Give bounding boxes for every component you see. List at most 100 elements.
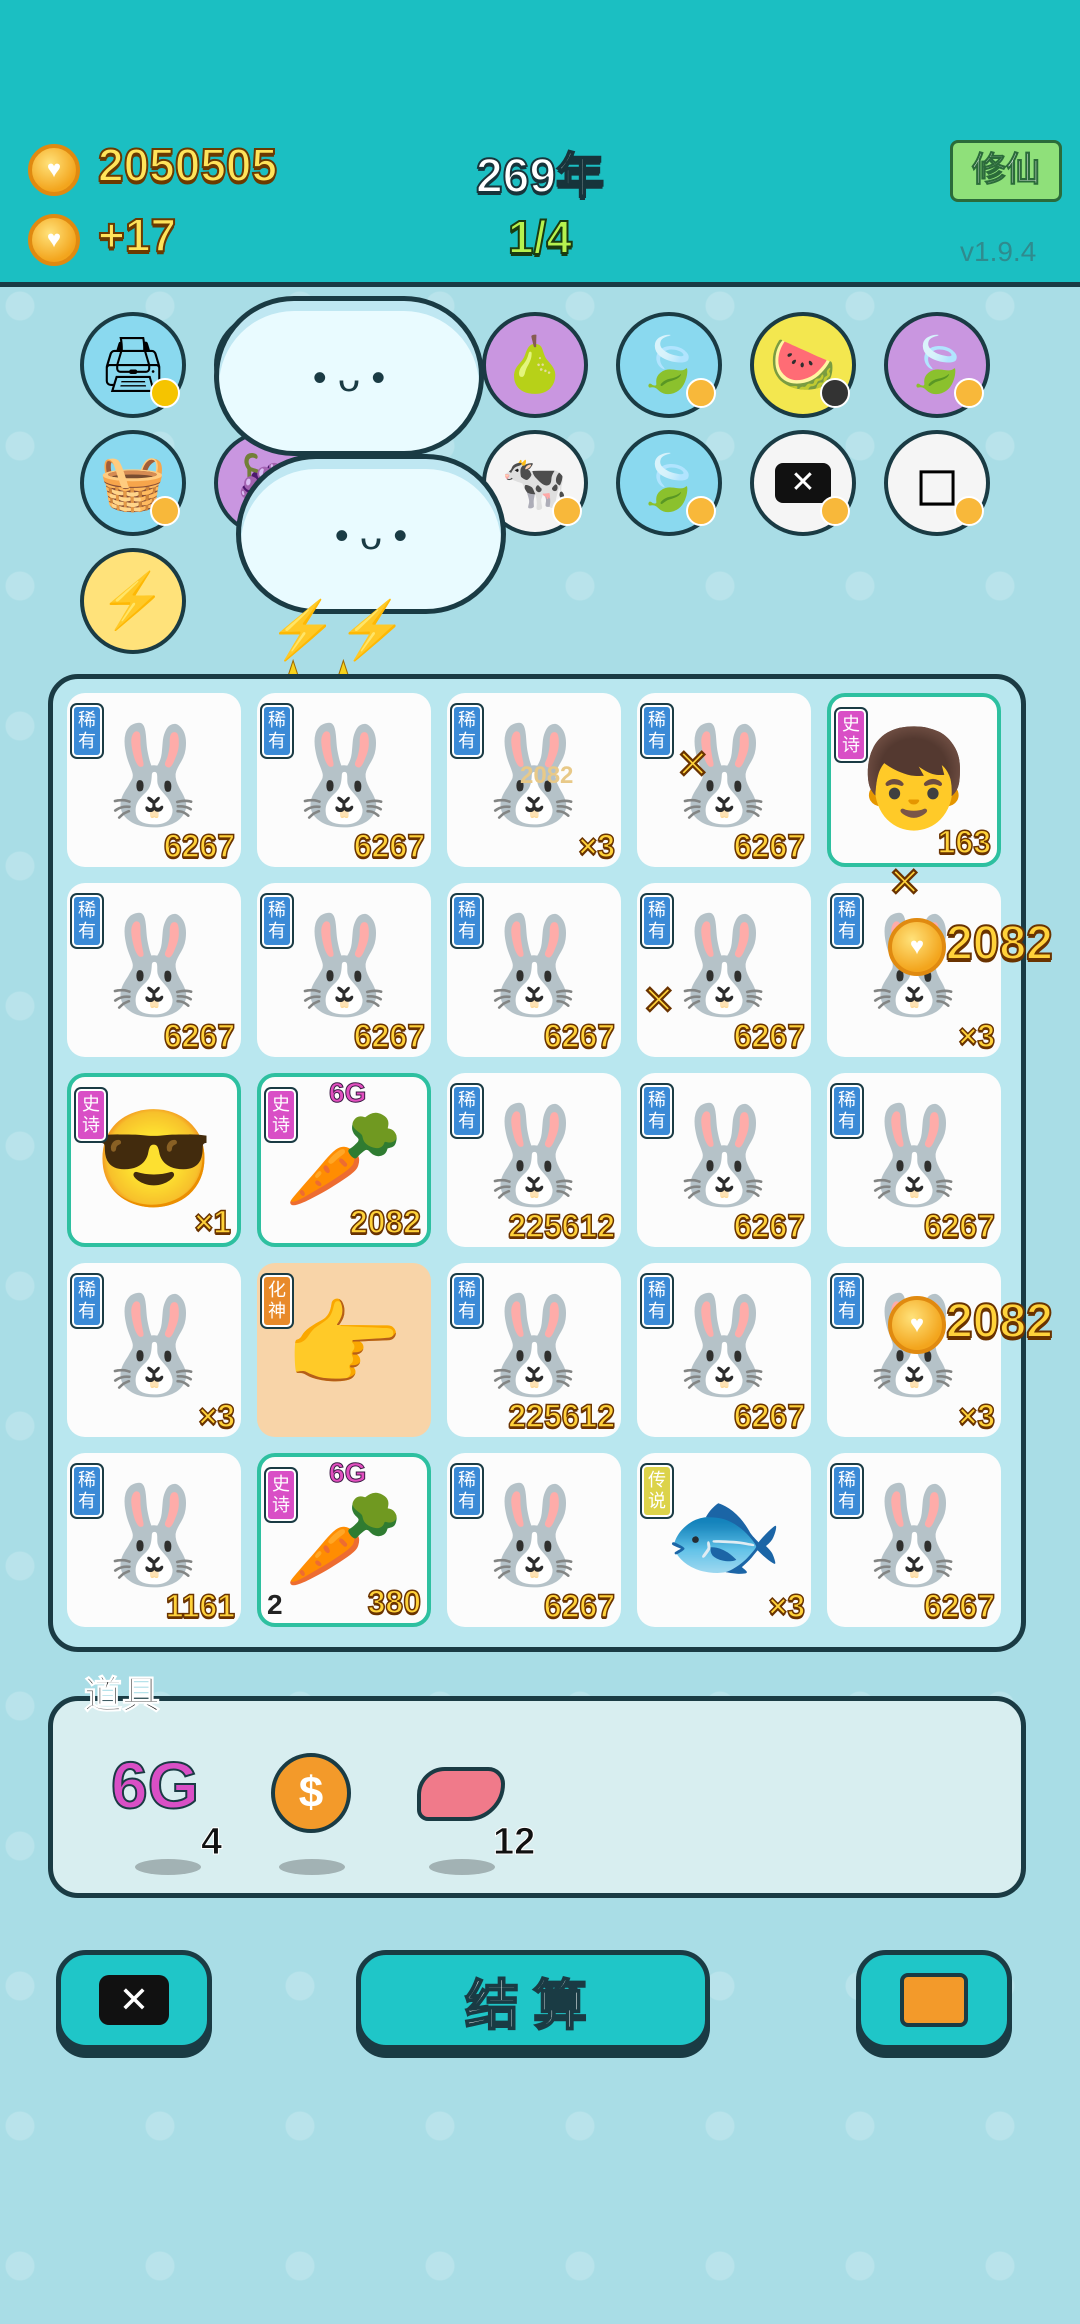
- prop-shadow: [135, 1859, 201, 1875]
- board-cell[interactable]: 🐰 稀有 6267: [637, 1263, 811, 1437]
- board-cell[interactable]: 🐰 稀有 6267: [257, 883, 431, 1057]
- settle-button[interactable]: 结算: [356, 1950, 710, 2050]
- rarity-tag: 稀有: [452, 1275, 482, 1327]
- multiply-mark: ✕: [642, 979, 677, 1024]
- rarity-tag: 稀有: [832, 1465, 862, 1517]
- remove-button[interactable]: ✕: [56, 1950, 212, 2050]
- cell-value: 6267: [163, 1017, 236, 1055]
- income-per-turn: +17: [97, 208, 177, 262]
- rarity-tag: 稀有: [72, 705, 102, 757]
- cell-value: 2082: [349, 1203, 422, 1241]
- props-panel: 6G 4 $ 12: [48, 1696, 1026, 1898]
- cell-value: 6267: [733, 1397, 806, 1435]
- board-cell[interactable]: 🐰 稀有 1161: [67, 1453, 241, 1627]
- settle-label: 结算: [464, 1975, 601, 2037]
- cultivate-button[interactable]: 修仙: [950, 140, 1062, 202]
- leaf-icon[interactable]: 🍃: [616, 430, 722, 536]
- board-cell[interactable]: 👉 化神: [257, 1263, 431, 1437]
- prop-count: 4: [200, 1821, 223, 1864]
- coin-icon: ♥: [28, 144, 80, 196]
- cell-value: 6267: [353, 827, 426, 865]
- board-cell[interactable]: 🐰 稀有 6267: [827, 1073, 1001, 1247]
- rarity-tag: 稀有: [262, 895, 292, 947]
- prop-count: 12: [492, 1821, 536, 1864]
- round-progress: 1/4: [507, 210, 573, 264]
- briefcase-icon: [900, 1973, 968, 2027]
- board-cell[interactable]: 🐰 稀有 6267: [257, 693, 431, 867]
- board-cell[interactable]: 🐰 稀有 6267: [447, 883, 621, 1057]
- cell-value: 6267: [923, 1587, 996, 1625]
- 6g-prop-icon[interactable]: 6G: [110, 1747, 200, 1823]
- prop-shadow: [429, 1859, 495, 1875]
- printer-icon[interactable]: 🖨: [80, 312, 186, 418]
- rarity-tag: 稀有: [642, 895, 672, 947]
- cell-value: ×3: [198, 1397, 236, 1435]
- cell-value: 6267: [353, 1017, 426, 1055]
- rarity-tag: 稀有: [642, 1275, 672, 1327]
- coin-icon: ♥: [888, 918, 946, 976]
- board-cell[interactable]: 😎 史诗 ×1: [67, 1073, 241, 1247]
- rarity-tag: 史诗: [266, 1469, 296, 1521]
- board-cell[interactable]: 🐰 稀有 6267: [637, 883, 811, 1057]
- game-board: 🐰 稀有 6267 🐰 稀有 6267 🐰 稀有 ×3 🐰 稀有 6267 👦 史诗 163 🐰 稀有 6267 🐰…: [48, 674, 1026, 1652]
- cell-value: ×3: [578, 827, 616, 865]
- liver-prop-icon[interactable]: [417, 1767, 505, 1821]
- rarity-tag: 稀有: [832, 895, 862, 947]
- rarity-tag: 稀有: [262, 705, 292, 757]
- basket-icon[interactable]: 🧺: [80, 430, 186, 536]
- delete-icon[interactable]: ✕: [750, 430, 856, 536]
- rarity-tag: 稀有: [72, 1465, 102, 1517]
- cell-value: 380: [367, 1583, 422, 1621]
- sugar-cube-icon[interactable]: ◻: [884, 430, 990, 536]
- board-cell[interactable]: 🐰 稀有 6267: [67, 883, 241, 1057]
- coin-icon: ♥: [28, 214, 80, 266]
- floating-coin-amount: 2082: [945, 916, 1054, 971]
- board-cell[interactable]: 🐰 稀有 6267: [637, 693, 811, 867]
- top-bar: ♥ 2050505 ♥ +17 269年 1/4 修仙 v1.9.4: [0, 0, 1080, 287]
- cell-value: 225612: [507, 1207, 615, 1245]
- cell-value: ×3: [958, 1397, 996, 1435]
- dollar-coin-prop-icon[interactable]: $: [271, 1753, 351, 1833]
- board-cell[interactable]: 🐰 稀有 6267: [447, 1453, 621, 1627]
- board-cell[interactable]: 🐰 稀有 225612: [447, 1073, 621, 1247]
- rarity-tag: 稀有: [832, 1275, 862, 1327]
- pomelo-icon[interactable]: 🍐: [482, 312, 588, 418]
- rarity-tag: 史诗: [76, 1089, 106, 1141]
- bag-button[interactable]: [856, 1950, 1012, 2050]
- rarity-tag: 稀有: [452, 1085, 482, 1137]
- cell-value: 6267: [163, 827, 236, 865]
- board-cell[interactable]: 🐰 稀有 225612: [447, 1263, 621, 1437]
- multiply-mark: ✕: [676, 743, 711, 788]
- board-cell[interactable]: 🐰稀有×3: [67, 1263, 241, 1437]
- board-cell[interactable]: 👦 史诗 163: [827, 693, 1001, 867]
- cell-value: 6267: [733, 1207, 806, 1245]
- prop-shadow: [279, 1859, 345, 1875]
- board-cell[interactable]: 🐰 稀有 6267: [67, 693, 241, 867]
- cell-value: ×1: [194, 1203, 232, 1241]
- leaf-icon[interactable]: 🍃: [616, 312, 722, 418]
- cell-value: 6267: [543, 1587, 616, 1625]
- cloud-icon: • ᴗ •: [236, 454, 506, 614]
- board-cell[interactable]: 🥕 史诗 6G 380 2: [257, 1453, 431, 1627]
- cell-value: ×3: [958, 1017, 996, 1055]
- lightning-icon[interactable]: ⚡: [80, 548, 186, 654]
- cell-value: 225612: [507, 1397, 615, 1435]
- fruit-basket-icon[interactable]: 🍉: [750, 312, 856, 418]
- coin-icon: ♥: [888, 1296, 946, 1354]
- cell-value: 1161: [165, 1587, 236, 1625]
- faint-coin-amount: 2082: [520, 762, 574, 789]
- rarity-tag: 稀有: [832, 1085, 862, 1137]
- cell-value: ×3: [768, 1587, 806, 1625]
- cloud-icon: • ᴗ •: [214, 296, 484, 456]
- rarity-tag: 稀有: [452, 1465, 482, 1517]
- board-cell[interactable]: 🥕 史诗 6G 2082: [257, 1073, 431, 1247]
- board-cell[interactable]: 🐟 传说 ×3: [637, 1453, 811, 1627]
- leaf-icon[interactable]: 🍃: [884, 312, 990, 418]
- board-cell[interactable]: 🐰 稀有 6267: [827, 1453, 1001, 1627]
- rarity-tag: 稀有: [72, 895, 102, 947]
- coin-total: 2050505: [97, 138, 278, 192]
- board-cell[interactable]: 🐰 稀有 6267: [637, 1073, 811, 1247]
- rarity-tag: 稀有: [642, 1085, 672, 1137]
- rarity-tag: 史诗: [836, 709, 866, 761]
- rarity-tag: 稀有: [642, 705, 672, 757]
